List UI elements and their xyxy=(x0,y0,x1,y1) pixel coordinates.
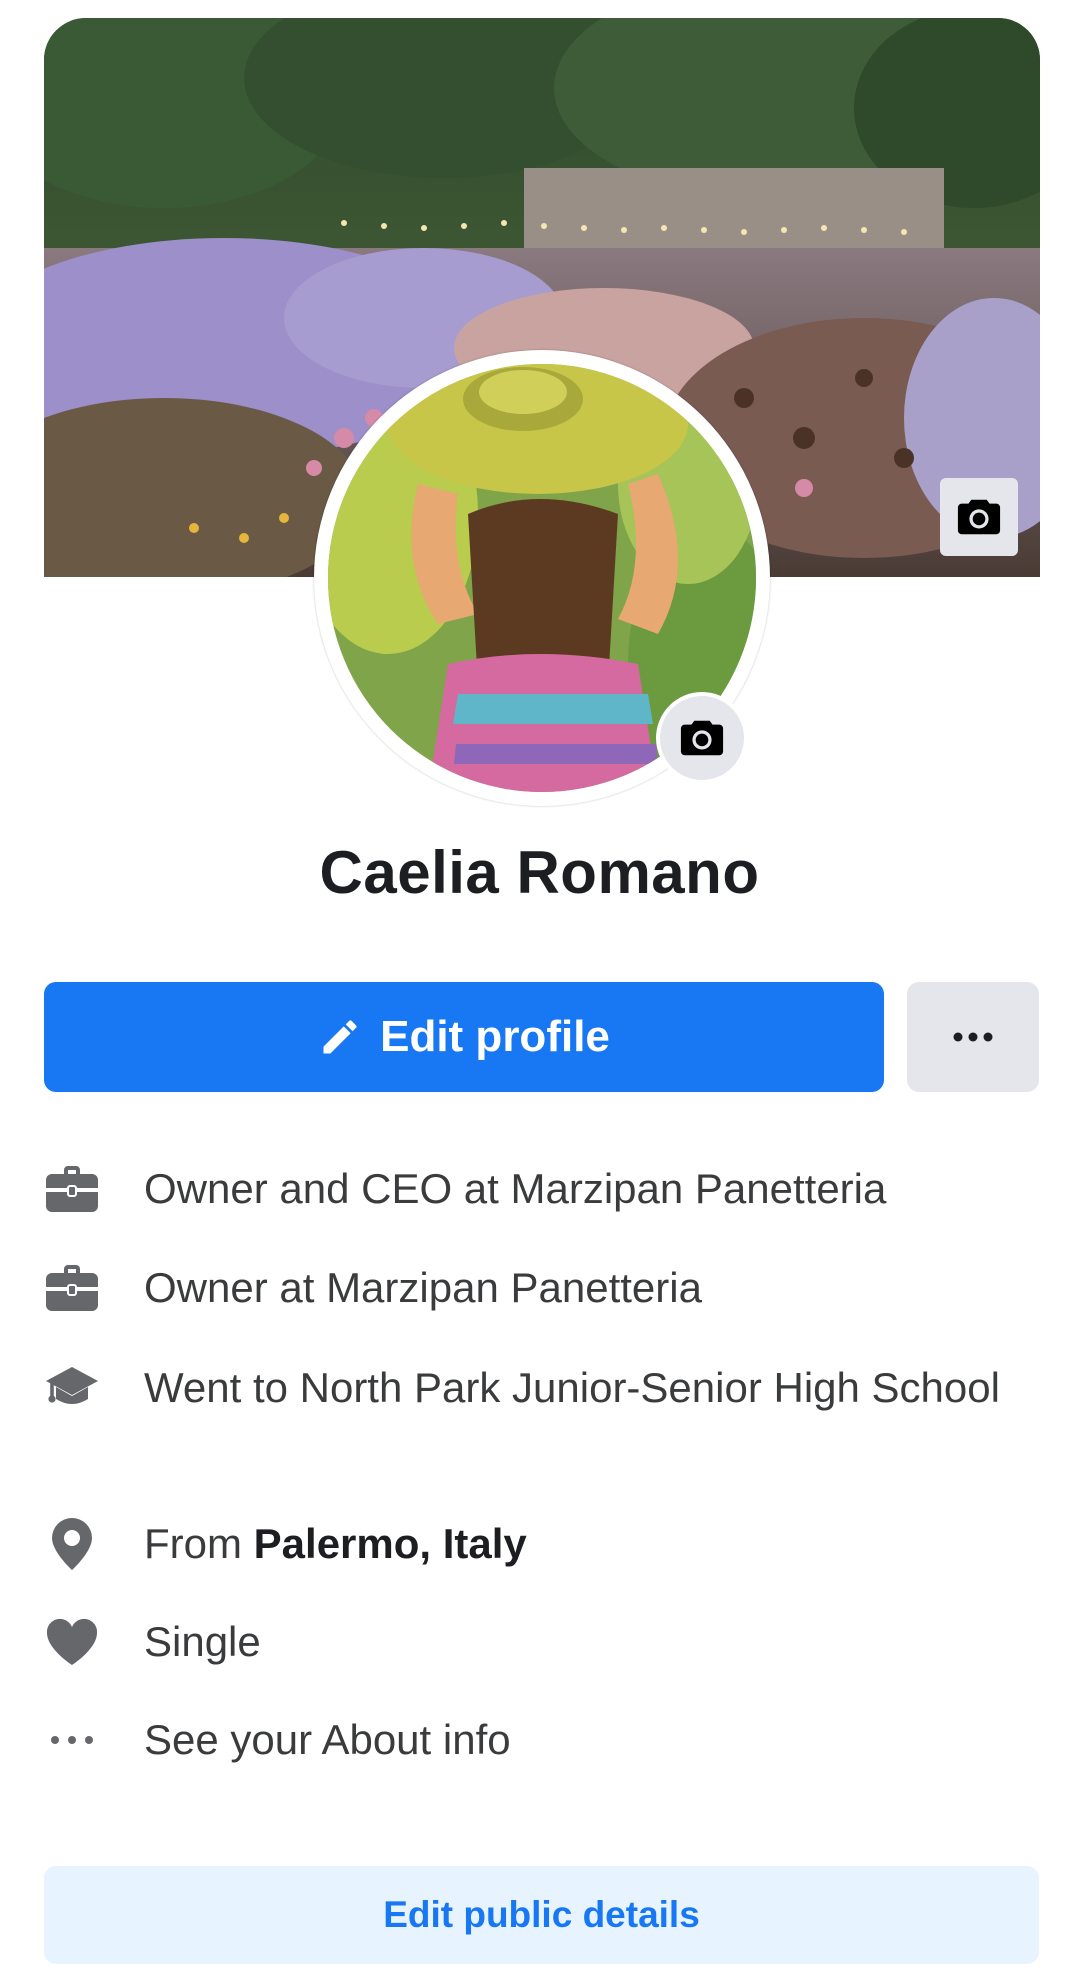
edit-profile-button[interactable]: Edit profile xyxy=(44,982,884,1092)
more-dots-icon xyxy=(953,1032,993,1042)
intro-text: Owner at Marzipan Panetteria xyxy=(144,1264,702,1311)
intro-relationship: Single xyxy=(44,1614,1039,1670)
location-pin-icon xyxy=(44,1516,100,1572)
intro-text: From Palermo, Italy xyxy=(144,1516,527,1571)
intro-work-2: Owner at Marzipan Panetteria xyxy=(44,1260,1039,1316)
intro-see-about[interactable]: See your About info xyxy=(44,1712,1039,1768)
edit-profile-label: Edit profile xyxy=(380,1012,610,1061)
intro-work-1: Owner and CEO at Marzipan Panetteria xyxy=(44,1161,1039,1217)
edit-public-details-button[interactable]: Edit public details xyxy=(44,1866,1039,1964)
pencil-icon xyxy=(318,1015,362,1059)
briefcase-icon xyxy=(44,1260,100,1316)
intro-text: Owner and CEO at Marzipan Panetteria xyxy=(144,1165,887,1212)
hometown-prefix: From xyxy=(144,1520,254,1567)
intro-hometown: From Palermo, Italy xyxy=(44,1516,1039,1572)
heart-icon xyxy=(44,1614,100,1670)
more-dots-icon xyxy=(44,1712,100,1768)
intro-text: Went to North Park Junior-Senior High Sc… xyxy=(144,1364,1000,1411)
camera-icon xyxy=(680,720,724,756)
graduation-cap-icon xyxy=(44,1360,100,1416)
hometown-link[interactable]: Palermo, Italy xyxy=(254,1520,527,1567)
more-options-button[interactable] xyxy=(907,982,1039,1092)
briefcase-icon xyxy=(44,1161,100,1217)
profile-name: Caelia Romano xyxy=(319,839,760,906)
cover-camera-button[interactable] xyxy=(940,478,1018,556)
profile-camera-button[interactable] xyxy=(656,692,748,784)
intro-text: Single xyxy=(144,1618,261,1665)
intro-education: Went to North Park Junior-Senior High Sc… xyxy=(44,1360,1039,1416)
intro-text: See your About info xyxy=(144,1716,511,1763)
camera-icon xyxy=(957,499,1001,535)
